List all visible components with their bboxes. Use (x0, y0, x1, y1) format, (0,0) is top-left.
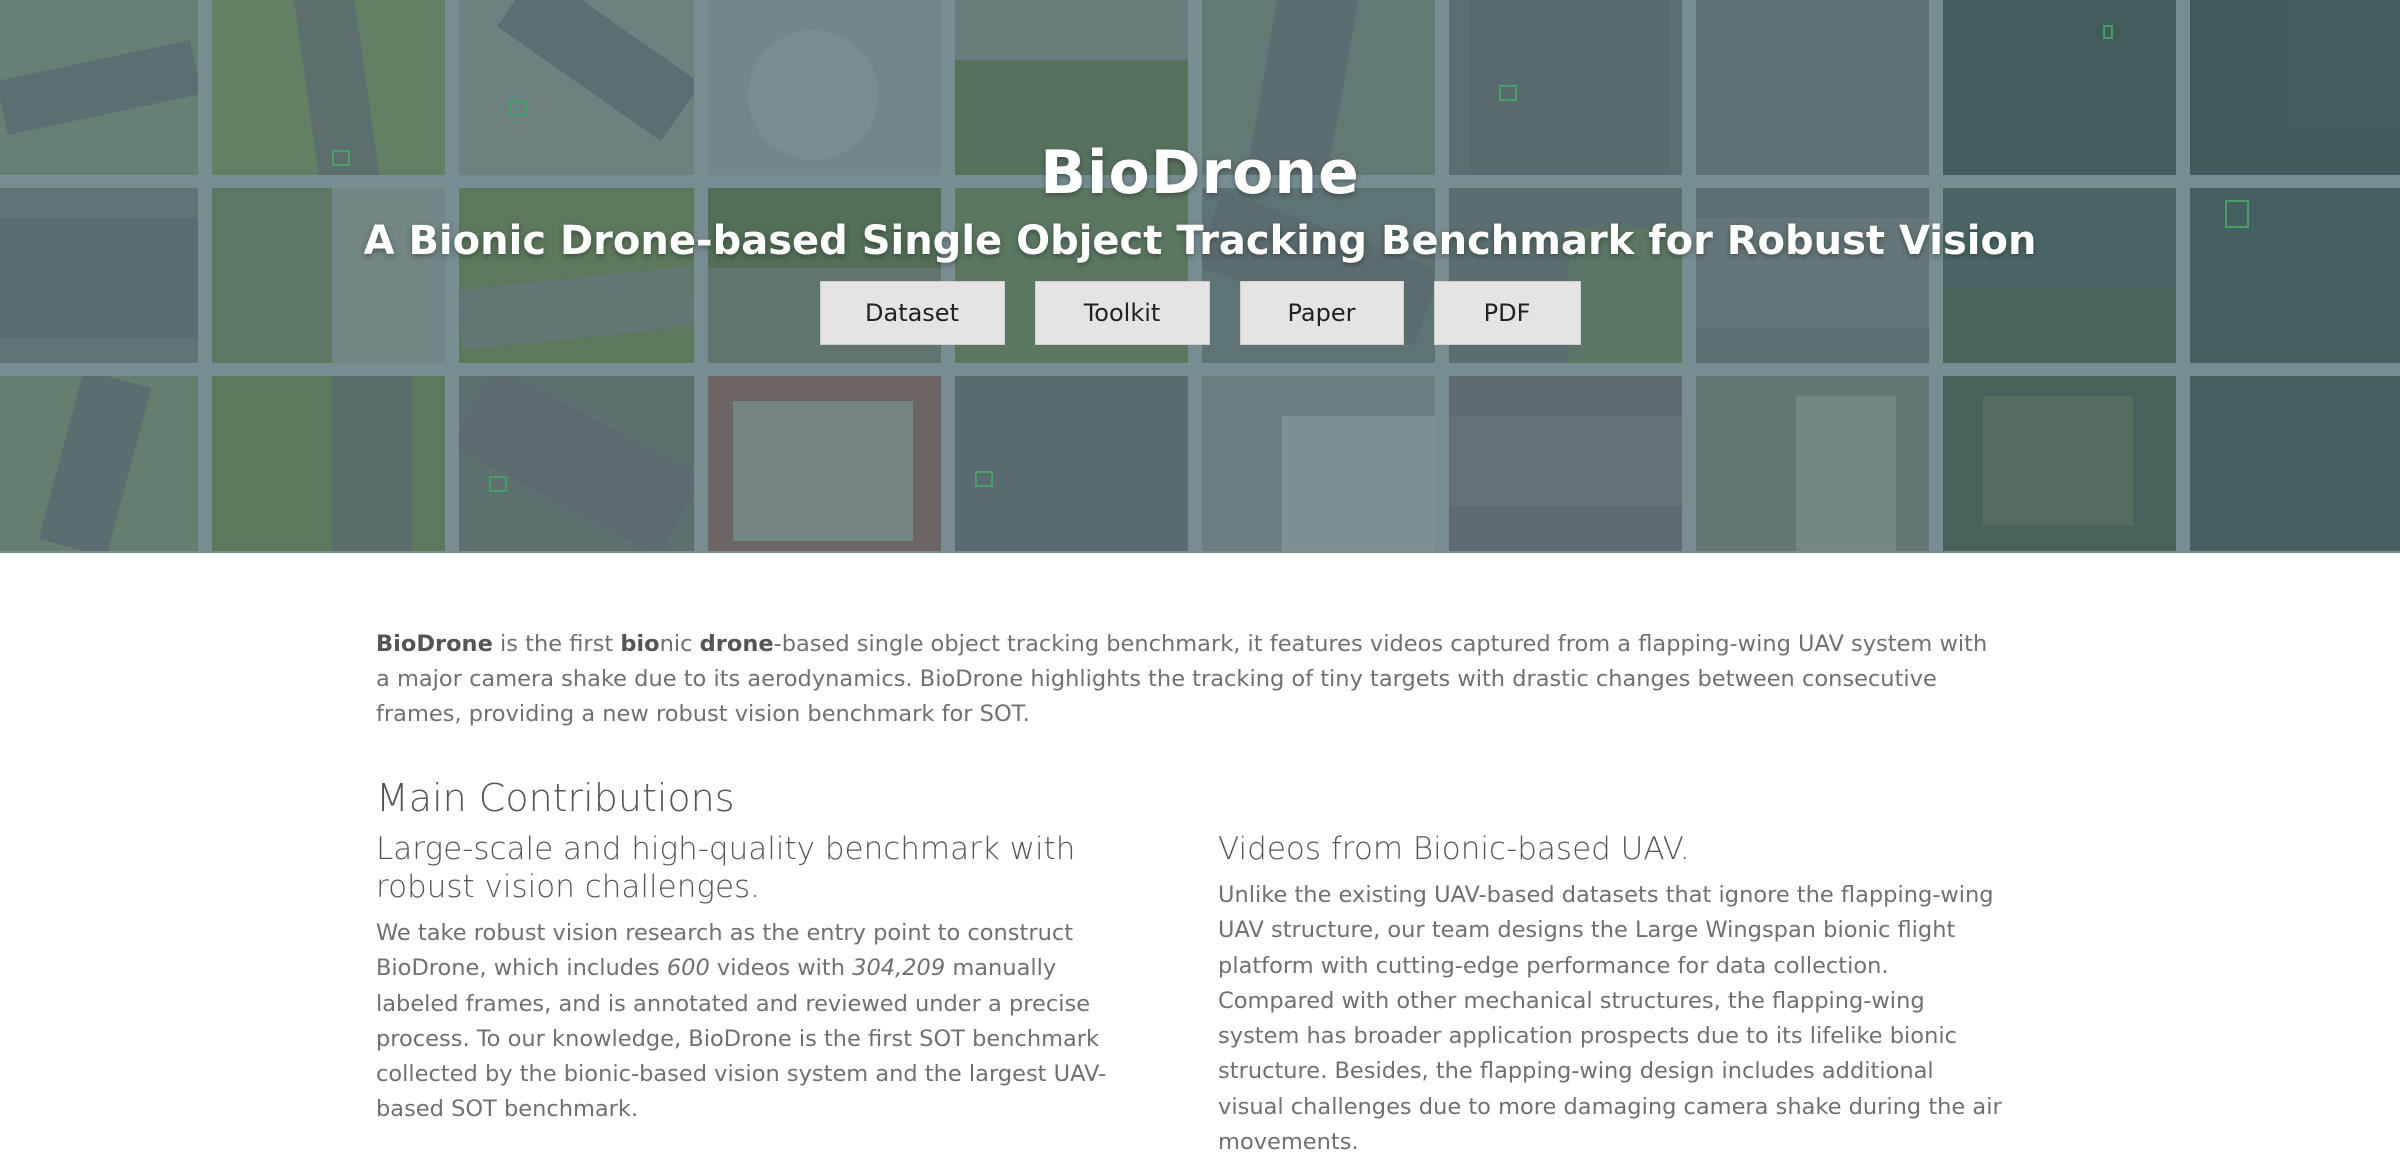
intro-text: is the first (492, 631, 621, 657)
contribution-heading: Videos from Bionic-based UAV. (1218, 831, 1690, 867)
contribution-left: Large-scale and high-quality benchmark w… (376, 830, 1134, 1160)
pdf-button[interactable]: PDF (1433, 281, 1581, 345)
dataset-button[interactable]: Dataset (819, 281, 1005, 345)
contribution-heading: Large-scale and high-quality benchmark w… (376, 831, 1076, 905)
hero-overlay (0, 0, 2400, 553)
intro-paragraph: BioDrone is the first bionic drone-based… (376, 627, 2006, 732)
body-text: videos with (709, 955, 853, 982)
hero-button-row: Dataset Toolkit Paper PDF (0, 281, 2400, 345)
videos-count: 600 (666, 955, 710, 982)
main-contributions-title: Main Contributions (376, 776, 735, 820)
hero-banner: BioDrone A Bionic Drone-based Single Obj… (0, 0, 2400, 553)
contribution-body: We take robust vision research as the en… (376, 916, 1134, 1128)
intro-drone: drone (699, 631, 774, 657)
hero-subtitle: A Bionic Drone-based Single Object Track… (363, 218, 2037, 264)
contribution-right: Videos from Bionic-based UAV. Unlike the… (1218, 830, 2006, 1160)
contribution-body: Unlike the existing UAV-based datasets t… (1218, 882, 2002, 1156)
intro-bio: bio (620, 631, 660, 657)
contributions-columns: Large-scale and high-quality benchmark w… (376, 830, 2006, 1160)
intro-name: BioDrone (376, 631, 493, 657)
intro-text: nic (659, 631, 700, 657)
main-content: BioDrone is the first bionic drone-based… (376, 620, 2006, 1160)
toolkit-button[interactable]: Toolkit (1034, 281, 1210, 345)
paper-button[interactable]: Paper (1239, 281, 1404, 345)
frames-count: 304,209 (852, 955, 946, 982)
hero-title: BioDrone (1040, 138, 1360, 208)
